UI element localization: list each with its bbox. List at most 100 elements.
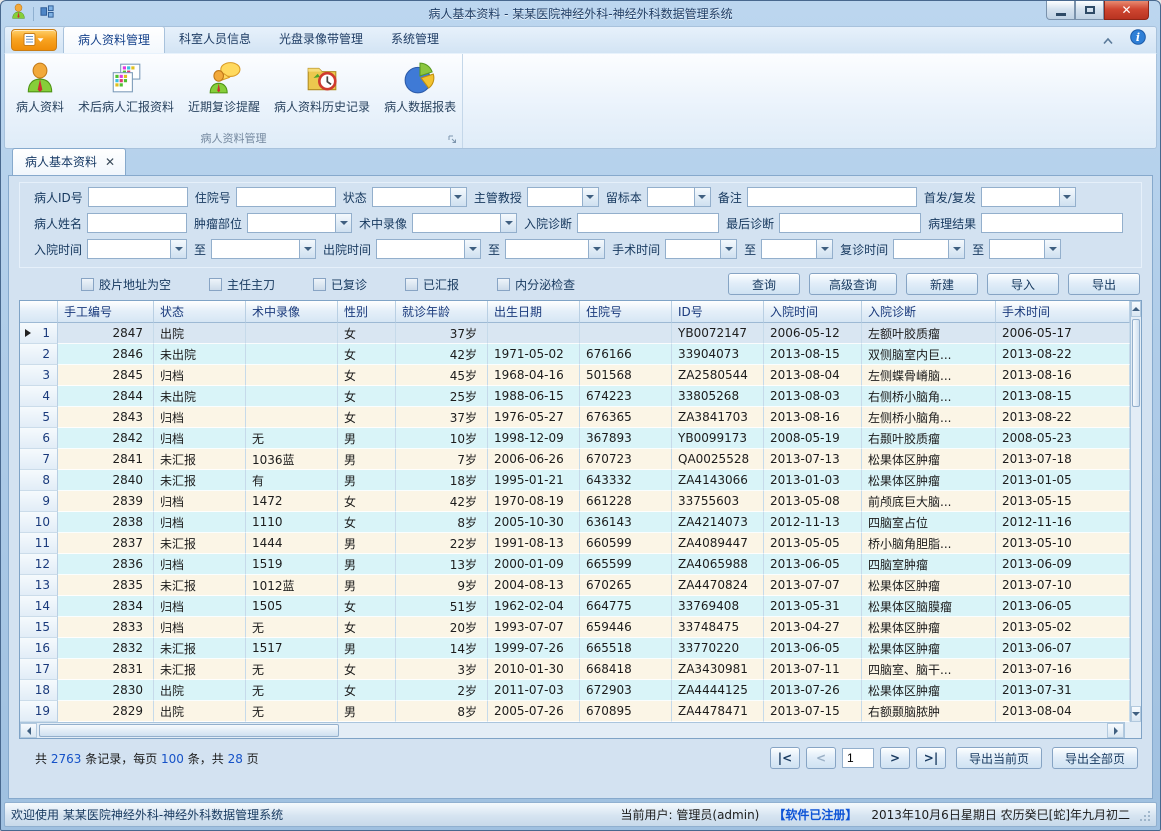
scroll-up-icon[interactable] <box>1131 301 1141 317</box>
column-header-3[interactable]: 术中录像 <box>246 301 338 323</box>
checkbox-icon[interactable] <box>81 278 94 291</box>
scroll-right-icon[interactable] <box>1107 723 1124 738</box>
checkbox-icon[interactable] <box>209 278 222 291</box>
search-dropdown[interactable] <box>376 239 481 259</box>
app-menu-button[interactable] <box>11 29 57 51</box>
search-input[interactable] <box>87 213 187 233</box>
scroll-down-icon[interactable] <box>1131 706 1141 722</box>
search-dropdown[interactable] <box>665 239 737 259</box>
search-dropdown[interactable] <box>505 239 605 259</box>
table-row[interactable]: 132835未汇报1012蓝男9岁2004-08-13670265ZA44708… <box>20 575 1130 596</box>
ribbon-tab-2[interactable]: 科室人员信息 <box>165 26 265 53</box>
table-row[interactable]: 142834归档1505女51岁1962-02-0466477533769408… <box>20 596 1130 617</box>
scroll-left-icon[interactable] <box>20 723 37 738</box>
dropdown-arrow-icon[interactable] <box>582 187 599 207</box>
dropdown-value[interactable] <box>647 187 694 207</box>
dropdown-value[interactable] <box>761 239 816 259</box>
ribbon-tab-4[interactable]: 系统管理 <box>377 26 453 53</box>
collapse-ribbon-icon[interactable] <box>1102 30 1114 49</box>
dropdown-value[interactable] <box>989 239 1044 259</box>
horizontal-scroll-track[interactable] <box>37 723 1107 738</box>
maximize-button[interactable] <box>1075 1 1104 20</box>
dropdown-value[interactable] <box>527 187 582 207</box>
search-dropdown[interactable] <box>412 213 517 233</box>
search-dropdown[interactable] <box>87 239 187 259</box>
dialog-launcher-icon[interactable] <box>448 135 458 145</box>
dropdown-arrow-icon[interactable] <box>948 239 965 259</box>
checkbox-icon[interactable] <box>405 278 418 291</box>
search-dropdown[interactable] <box>372 187 467 207</box>
search-input[interactable] <box>236 187 336 207</box>
table-row[interactable]: 152833归档无女20岁1993-07-0765944633748475201… <box>20 617 1130 638</box>
ribbon-button-1[interactable]: 病人资料 <box>9 57 71 130</box>
table-row[interactable]: 112837未汇报1444男22岁1991-08-13660599ZA40894… <box>20 533 1130 554</box>
dropdown-value[interactable] <box>981 187 1059 207</box>
page-number-input[interactable] <box>842 748 874 768</box>
document-tab-patient-basic-info[interactable]: 病人基本资料 ✕ <box>12 148 126 175</box>
ribbon-tab-1[interactable]: 病人资料管理 <box>63 26 165 53</box>
ribbon-button-2[interactable]: 术后病人汇报资料 <box>71 57 181 130</box>
search-dropdown[interactable] <box>981 187 1076 207</box>
ribbon-button-4[interactable]: 病人资料历史记录 <box>267 57 377 130</box>
table-row[interactable]: 22846未出院女42岁1971-05-02676166339040732013… <box>20 344 1130 365</box>
table-row[interactable]: 52843归档女37岁1976-05-27676365ZA38417032013… <box>20 407 1130 428</box>
dropdown-arrow-icon[interactable] <box>1044 239 1061 259</box>
dropdown-arrow-icon[interactable] <box>299 239 316 259</box>
dropdown-value[interactable] <box>211 239 299 259</box>
ribbon-button-3[interactable]: 近期复诊提醒 <box>181 57 267 130</box>
search-input[interactable] <box>88 187 188 207</box>
dropdown-arrow-icon[interactable] <box>170 239 187 259</box>
dropdown-arrow-icon[interactable] <box>464 239 481 259</box>
dropdown-arrow-icon[interactable] <box>450 187 467 207</box>
column-header-1[interactable]: 手工编号 <box>58 301 154 323</box>
filter-checkbox-1[interactable]: 胶片地址为空 <box>81 276 171 293</box>
dropdown-value[interactable] <box>247 213 335 233</box>
advanced-query-button[interactable]: 高级查询 <box>809 273 897 295</box>
horizontal-scroll-thumb[interactable] <box>39 724 339 737</box>
search-input[interactable] <box>747 187 917 207</box>
search-input[interactable] <box>981 213 1123 233</box>
next-page-button[interactable]: > <box>880 747 910 769</box>
resize-grip[interactable] <box>1139 810 1152 823</box>
dropdown-arrow-icon[interactable] <box>694 187 711 207</box>
dropdown-value[interactable] <box>665 239 720 259</box>
import-button[interactable]: 导入 <box>987 273 1059 295</box>
table-row[interactable]: 162832未汇报1517男14岁1999-07-266655183377022… <box>20 638 1130 659</box>
filter-checkbox-5[interactable]: 内分泌检查 <box>497 276 575 293</box>
table-row[interactable]: 92839归档1472女42岁1970-08-19661228337556032… <box>20 491 1130 512</box>
column-header-4[interactable]: 性别 <box>338 301 396 323</box>
column-header-8[interactable]: ID号 <box>672 301 764 323</box>
dropdown-arrow-icon[interactable] <box>335 213 352 233</box>
vertical-scrollbar[interactable] <box>1130 301 1141 722</box>
table-row[interactable]: 192829出院无男8岁2005-07-26670895ZA4478471201… <box>20 701 1130 722</box>
registered-link[interactable]: 【软件已注册】 <box>773 806 857 823</box>
table-row[interactable]: 102838归档1110女8岁2005-10-30636143ZA4214073… <box>20 512 1130 533</box>
dropdown-value[interactable] <box>412 213 500 233</box>
search-dropdown[interactable] <box>527 187 599 207</box>
export-button[interactable]: 导出 <box>1068 273 1140 295</box>
checkbox-icon[interactable] <box>313 278 326 291</box>
table-row[interactable]: 32845归档女45岁1968-04-16501568ZA25805442013… <box>20 365 1130 386</box>
column-header-5[interactable]: 就诊年龄 <box>396 301 488 323</box>
dropdown-arrow-icon[interactable] <box>1059 187 1076 207</box>
table-row[interactable]: 122836归档1519男13岁2000-01-09665599ZA406598… <box>20 554 1130 575</box>
minimize-button[interactable] <box>1046 1 1075 20</box>
table-row[interactable]: 82840未汇报有男18岁1995-01-21643332ZA414306620… <box>20 470 1130 491</box>
query-button[interactable]: 查询 <box>728 273 800 295</box>
info-icon[interactable]: i <box>1130 29 1146 49</box>
dropdown-value[interactable] <box>87 239 170 259</box>
table-row[interactable]: 12847出院女37岁YB00721472006-05-12左额叶胶质瘤2006… <box>20 323 1130 344</box>
column-header-10[interactable]: 入院诊断 <box>862 301 996 323</box>
column-header-9[interactable]: 入院时间 <box>764 301 862 323</box>
table-row[interactable]: 172831未汇报无女3岁2010-01-30668418ZA343098120… <box>20 659 1130 680</box>
vertical-scroll-thumb[interactable] <box>1132 319 1140 407</box>
new-button[interactable]: 新建 <box>906 273 978 295</box>
close-button[interactable]: ✕ <box>1104 1 1149 20</box>
search-dropdown[interactable] <box>211 239 316 259</box>
ribbon-button-5[interactable]: 病人数据报表 <box>377 57 463 130</box>
search-dropdown[interactable] <box>647 187 711 207</box>
export-all-pages-button[interactable]: 导出全部页 <box>1052 747 1138 769</box>
checkbox-icon[interactable] <box>497 278 510 291</box>
dropdown-value[interactable] <box>893 239 948 259</box>
dropdown-arrow-icon[interactable] <box>720 239 737 259</box>
